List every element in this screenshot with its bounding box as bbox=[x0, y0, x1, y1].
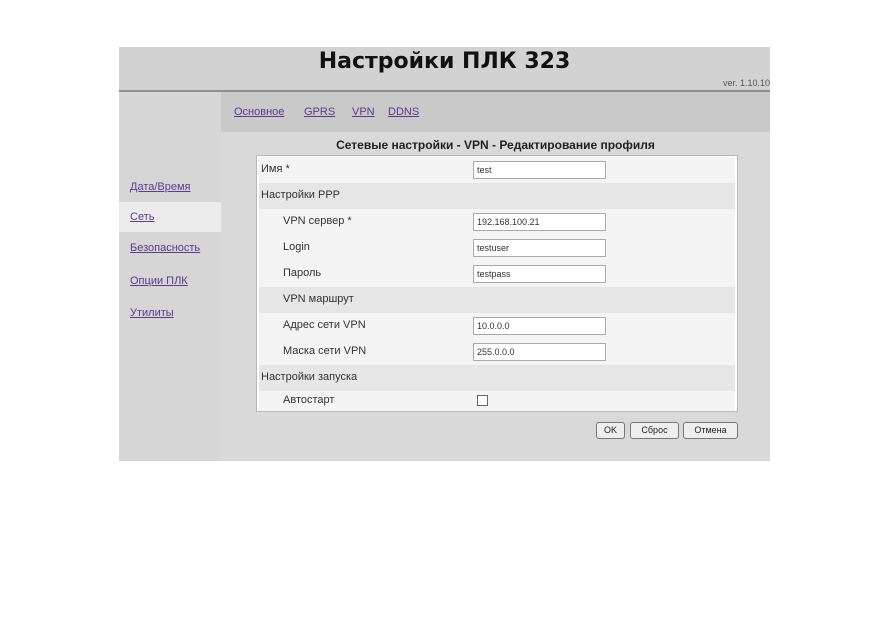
tab-bar: Основное GPRS VPN DDNS bbox=[221, 92, 770, 132]
section-title: Сетевые настройки - VPN - Редактирование… bbox=[336, 138, 655, 152]
sidebar-item-date-time[interactable]: Дата/Время bbox=[119, 172, 221, 202]
tab-ddns[interactable]: DDNS bbox=[388, 106, 419, 118]
vpn-profile-form: Имя * Настройки PPP VPN сервер * Login П… bbox=[256, 155, 738, 412]
main-panel: Основное GPRS VPN DDNS Сетевые настройки… bbox=[221, 92, 770, 461]
reset-button[interactable]: Сброс bbox=[630, 422, 679, 439]
net-mask-input[interactable] bbox=[473, 343, 606, 361]
cancel-button[interactable]: Отмена bbox=[683, 422, 738, 439]
net-mask-label: Маска сети VPN bbox=[283, 345, 367, 357]
settings-window: Настройки ПЛК 323 ver. 1.10.10 Дата/Врем… bbox=[119, 47, 770, 461]
startup-section-label: Настройки запуска bbox=[261, 371, 358, 383]
sidebar-item-network[interactable]: Сеть bbox=[119, 202, 221, 232]
name-label: Имя * bbox=[261, 163, 290, 175]
sidebar-item-security[interactable]: Безопасность bbox=[119, 233, 221, 263]
page-title: Настройки ПЛК 323 bbox=[318, 49, 571, 74]
net-address-row: Адрес сети VPN bbox=[259, 313, 735, 339]
net-mask-row: Маска сети VPN bbox=[259, 339, 735, 365]
ok-button[interactable]: OK bbox=[596, 422, 625, 439]
tab-gprs[interactable]: GPRS bbox=[304, 106, 335, 118]
password-label: Пароль bbox=[283, 267, 322, 279]
password-row: Пароль bbox=[259, 261, 735, 287]
sidebar-item-plc-options[interactable]: Опции ПЛК bbox=[119, 266, 221, 296]
vpn-server-input[interactable] bbox=[473, 213, 606, 231]
autostart-checkbox[interactable] bbox=[477, 395, 488, 406]
autostart-label: Автостарт bbox=[283, 394, 335, 406]
ppp-section-label: Настройки PPP bbox=[261, 189, 341, 201]
vpn-server-label: VPN сервер * bbox=[283, 215, 352, 227]
login-label: Login bbox=[283, 241, 310, 253]
sidebar: Дата/Время Сеть Безопасность Опции ПЛК У… bbox=[119, 92, 221, 461]
sidebar-item-utilities[interactable]: Утилиты bbox=[119, 298, 221, 328]
vpn-server-row: VPN сервер * bbox=[259, 209, 735, 235]
tab-vpn[interactable]: VPN bbox=[352, 106, 375, 118]
net-address-input[interactable] bbox=[473, 317, 606, 335]
route-section-row: VPN маршрут bbox=[259, 287, 735, 313]
route-section-label: VPN маршрут bbox=[283, 293, 354, 305]
name-row: Имя * bbox=[259, 157, 735, 183]
ppp-section-row: Настройки PPP bbox=[259, 183, 735, 209]
autostart-row: Автостарт bbox=[259, 391, 735, 411]
net-address-label: Адрес сети VPN bbox=[283, 319, 366, 331]
password-input[interactable] bbox=[473, 265, 606, 283]
tab-basic[interactable]: Основное bbox=[234, 106, 284, 118]
startup-section-row: Настройки запуска bbox=[259, 365, 735, 391]
name-input[interactable] bbox=[473, 161, 606, 179]
login-row: Login bbox=[259, 235, 735, 261]
login-input[interactable] bbox=[473, 239, 606, 257]
version-label: ver. 1.10.10 bbox=[722, 78, 770, 88]
header: Настройки ПЛК 323 ver. 1.10.10 bbox=[119, 47, 770, 92]
